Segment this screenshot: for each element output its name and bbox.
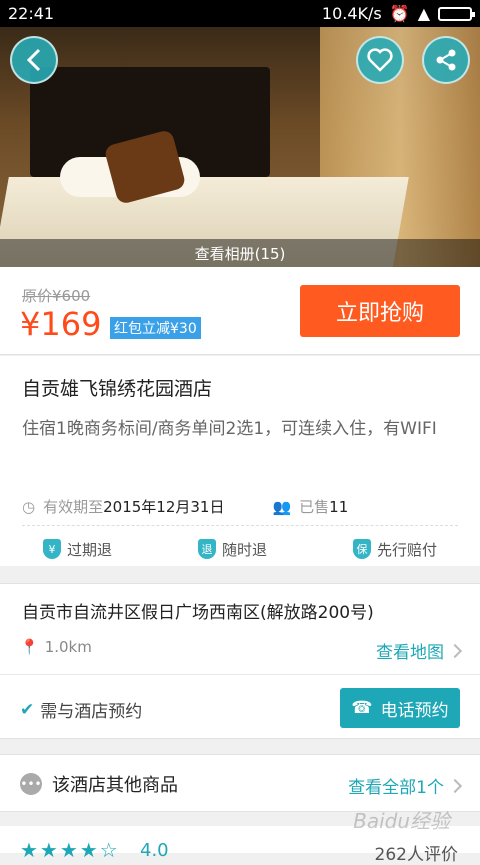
more-dots-icon: ••• — [20, 773, 42, 795]
reservation-note: ✔ 需与酒店预约 — [20, 697, 143, 723]
back-arrow-icon — [26, 48, 41, 72]
original-price: 原价¥600 — [22, 287, 91, 305]
other-products-label: 该酒店其他商品 — [52, 775, 178, 796]
wifi-icon: ▲ — [417, 4, 430, 23]
star-rating: ★★★★☆ — [20, 838, 120, 862]
phone-icon: ☎ — [351, 698, 373, 718]
divider — [0, 674, 480, 675]
guarantee-item: 保 先行赔付 — [352, 539, 437, 560]
alarm-icon: ⏰ — [389, 4, 410, 23]
validity-date: 2015年12月31日 — [103, 498, 225, 516]
view-album-link[interactable]: 查看相册(15) — [0, 239, 480, 267]
promo-badge: 红包立减¥30 — [110, 317, 201, 339]
phone-reserve-label: 电话预约 — [380, 700, 449, 721]
view-all-link[interactable]: 查看全部1个 — [348, 773, 463, 798]
back-button[interactable] — [10, 36, 58, 84]
clock-icon: ◷ — [22, 497, 36, 516]
sold-count: 11 — [329, 497, 349, 516]
chevron-right-icon — [447, 778, 463, 793]
hotel-photo[interactable]: 查看相册(15) — [0, 27, 480, 267]
status-time: 22:41 — [8, 4, 55, 23]
share-button[interactable] — [422, 36, 470, 84]
chevron-right-icon — [447, 643, 463, 658]
shield-icon: 保 — [352, 539, 371, 559]
guarantee-item: ¥ 过期退 — [42, 539, 112, 560]
baidu-watermark: Baidu经验 — [353, 809, 450, 833]
check-circle-icon: ✔ — [20, 699, 35, 720]
sold-prefix: 已售 — [299, 498, 330, 516]
view-map-link[interactable]: 查看地图 — [376, 638, 463, 663]
shield-icon: 退 — [197, 539, 216, 559]
share-icon — [436, 49, 456, 71]
guarantee-label: 过期退 — [66, 540, 112, 559]
location-pin-icon: 📍 — [20, 638, 39, 656]
users-icon: 👥 — [272, 497, 292, 516]
favorite-button[interactable] — [356, 36, 404, 84]
distance-value: 1.0km — [44, 638, 92, 656]
view-map-label: 查看地图 — [376, 643, 444, 663]
reservation-label: 需与酒店预约 — [40, 702, 143, 722]
view-all-label: 查看全部1个 — [348, 778, 444, 798]
guarantee-list: ¥ 过期退 退 随时退 保 先行赔付 — [0, 531, 480, 567]
distance: 📍 1.0km — [20, 638, 92, 656]
battery-icon — [438, 6, 475, 21]
deal-meta: ◷ 有效期至 2015年12月31日 👥 已售 11 — [22, 488, 458, 526]
deal-description: 住宿1晚商务标间/商务单间2选1，可连续入住，有WIFI — [22, 419, 437, 439]
phone-reserve-button[interactable]: ☎ 电话预约 — [340, 688, 460, 728]
current-price: ¥169 — [20, 305, 102, 343]
buy-now-button[interactable]: 立即抢购 — [300, 285, 460, 337]
deal-info-section: 自贡雄飞锦绣花园酒店 住宿1晚商务标间/商务单间2选1，可连续入住，有WIFI … — [0, 356, 480, 566]
rating-score: 4.0 — [140, 840, 169, 861]
guarantee-item: 退 随时退 — [197, 539, 267, 560]
other-products-title: ••• 该酒店其他商品 — [20, 771, 178, 797]
guarantee-label: 先行赔付 — [376, 540, 437, 559]
price-section: 原价¥600 ¥169 红包立减¥30 立即抢购 — [0, 267, 480, 355]
network-speed: 10.4K/s — [321, 4, 382, 23]
shield-icon: ¥ — [42, 539, 61, 559]
hotel-name: 自贡雄飞锦绣花园酒店 — [22, 378, 213, 400]
heart-icon — [367, 48, 393, 72]
location-section: 自贡市自流井区假日广场西南区(解放路200号) 📍 1.0km 查看地图 ✔ 需… — [0, 583, 480, 739]
validity-prefix: 有效期至 — [43, 498, 104, 516]
guarantee-label: 随时退 — [221, 540, 267, 559]
other-products-section[interactable]: ••• 该酒店其他商品 查看全部1个 — [0, 754, 480, 812]
status-bar: 22:41 10.4K/s ⏰ ▲ — [0, 0, 480, 27]
hotel-address: 自贡市自流井区假日广场西南区(解放路200号) — [22, 603, 374, 623]
